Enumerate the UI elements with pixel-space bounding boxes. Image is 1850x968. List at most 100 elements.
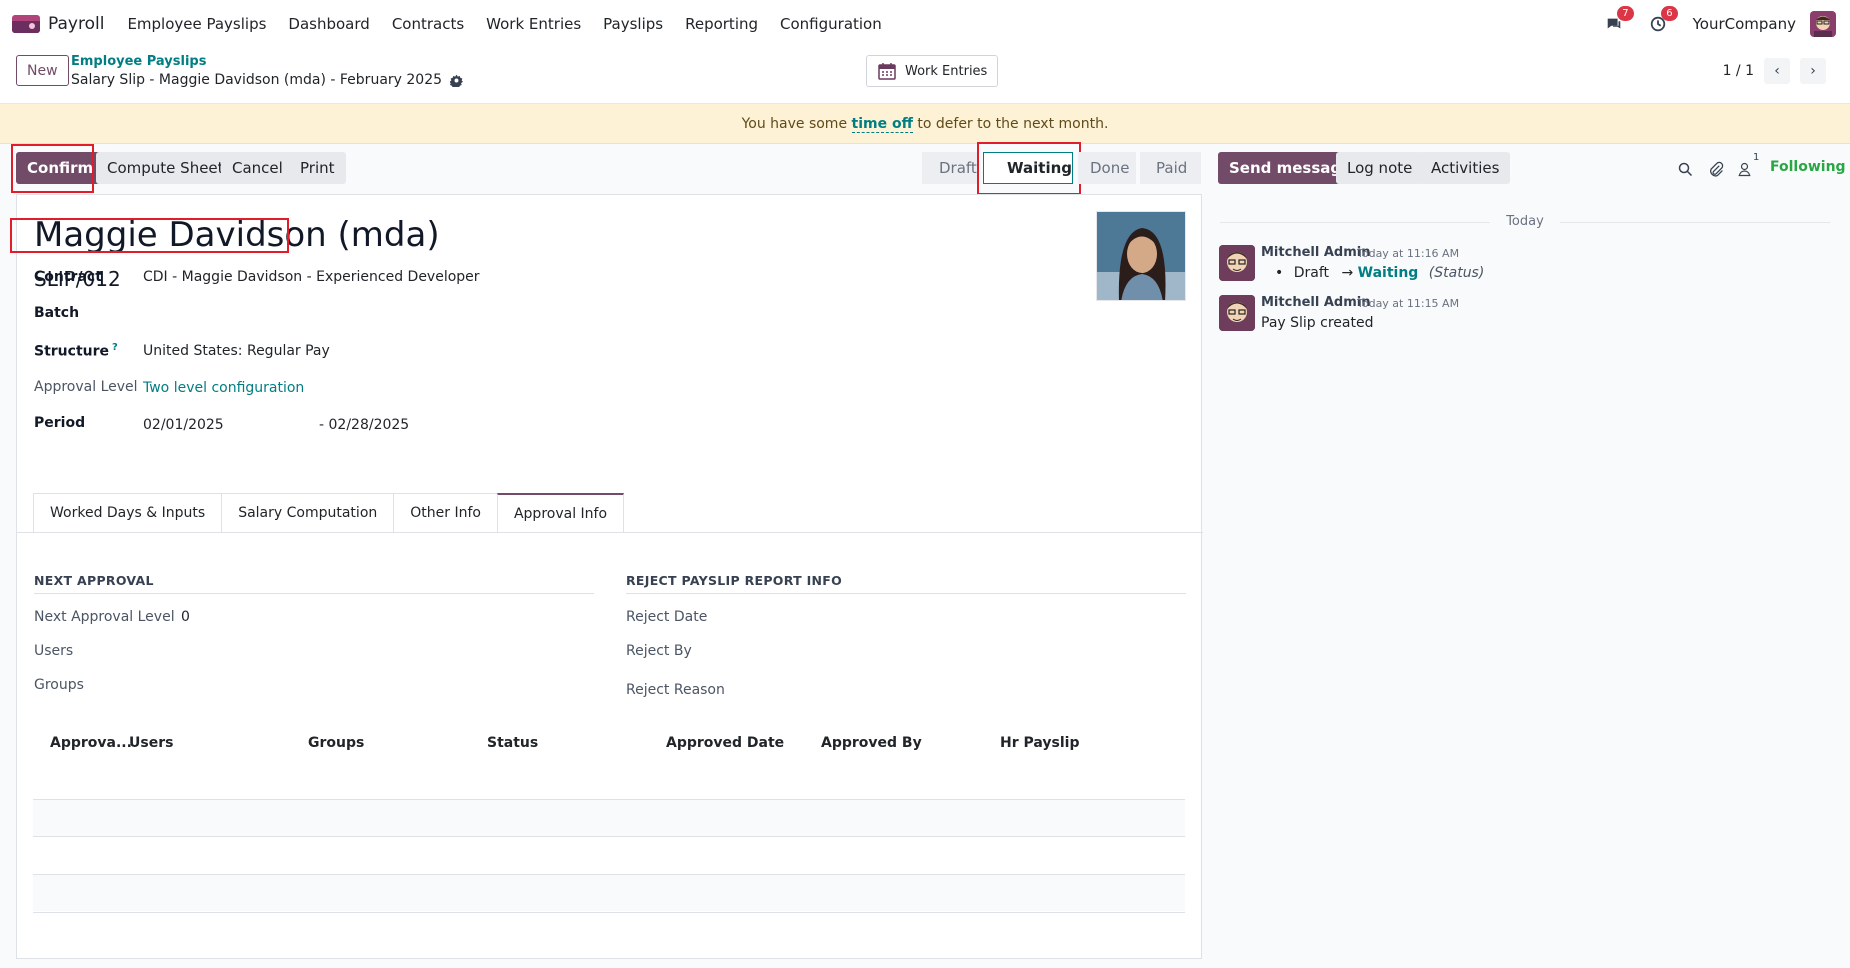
paperclip-icon	[1710, 161, 1724, 177]
menu-reporting[interactable]: Reporting	[674, 15, 769, 33]
col-hr-payslip[interactable]: Hr Payslip	[1000, 735, 1079, 751]
activities-button[interactable]: Activities	[1420, 152, 1511, 184]
next-level-value[interactable]: 0	[181, 609, 190, 625]
work-entries-button[interactable]: Work Entries	[866, 55, 999, 87]
message-avatar[interactable]	[1219, 295, 1255, 331]
reject-info-divider	[626, 593, 1186, 594]
followers-count: 1	[1753, 152, 1760, 163]
time-off-alert: You have some time off to defer to the n…	[0, 104, 1850, 144]
attachments-button[interactable]	[1705, 158, 1727, 180]
stage-done[interactable]: Done	[1078, 152, 1136, 184]
main-menu: Employee Payslips Dashboard Contracts Wo…	[116, 15, 892, 33]
col-approved-date[interactable]: Approved Date	[666, 735, 784, 751]
contract-label: Contract	[34, 269, 102, 285]
record-title: Salary Slip - Maggie Davidson (mda) - Fe…	[71, 72, 443, 88]
period-start[interactable]: 02/01/2025	[143, 417, 224, 433]
approval-level-value[interactable]: Two level configuration	[143, 380, 304, 396]
reject-by-label: Reject By	[626, 643, 692, 659]
tracking-new-value: Waiting	[1357, 265, 1419, 281]
user-avatar[interactable]	[1810, 11, 1836, 37]
log-note-button[interactable]: Log note	[1336, 152, 1424, 184]
tab-salary-computation[interactable]: Salary Computation	[221, 493, 395, 532]
cancel-button[interactable]: Cancel	[221, 152, 294, 184]
company-switcher[interactable]: YourCompany	[1693, 15, 1796, 33]
approval-level-highlight	[10, 218, 289, 253]
contract-value[interactable]: CDI - Maggie Davidson - Experienced Deve…	[143, 269, 480, 285]
groups-label: Groups	[34, 677, 84, 693]
chevron-left-icon: ‹	[1774, 63, 1780, 79]
message-body: Pay Slip created	[1261, 315, 1374, 331]
period-label: Period	[34, 415, 86, 431]
print-button[interactable]: Print	[289, 152, 346, 184]
menu-configuration[interactable]: Configuration	[769, 15, 893, 33]
menu-dashboard[interactable]: Dashboard	[277, 15, 380, 33]
activities-button[interactable]: 6	[1647, 6, 1678, 35]
form-sheet: Maggie Davidson (mda) SLIP/012 Contract …	[10, 194, 1203, 959]
message-time: Today at 11:15 AM	[1357, 297, 1460, 310]
activities-badge: 6	[1661, 6, 1678, 21]
payroll-app-icon[interactable]	[12, 15, 40, 33]
arrow-right-icon: →	[1341, 265, 1354, 281]
compute-sheet-button[interactable]: Compute Sheet	[96, 152, 235, 184]
app-name[interactable]: Payroll	[48, 14, 104, 34]
control-panel: New Employee Payslips Salary Slip - Magg…	[0, 48, 1850, 104]
structure-help-icon[interactable]: ?	[112, 342, 118, 353]
systray: 7 6 YourCompany	[1603, 0, 1836, 48]
structure-value[interactable]: United States: Regular Pay	[143, 343, 330, 359]
new-button[interactable]: New	[16, 55, 69, 86]
col-users[interactable]: Users	[129, 735, 173, 751]
chevron-right-icon: ›	[1810, 63, 1816, 79]
message-avatar[interactable]	[1219, 245, 1255, 281]
messages-button[interactable]: 7	[1603, 6, 1634, 35]
pager: 1 / 1 ‹ ›	[1723, 58, 1826, 84]
menu-contracts[interactable]: Contracts	[381, 15, 475, 33]
approval-level-label: Approval Level	[34, 379, 138, 395]
table-row-divider	[33, 836, 1185, 837]
batch-label: Batch	[34, 305, 80, 321]
followers-button[interactable]: 1	[1733, 152, 1759, 180]
pager-value[interactable]: 1 / 1	[1723, 63, 1754, 79]
stage-draft[interactable]: Draft	[922, 152, 978, 184]
col-groups[interactable]: Groups	[308, 735, 364, 751]
date-separator: Today	[1220, 214, 1830, 229]
reject-info-title: REJECT PAYSLIP REPORT INFO	[626, 573, 843, 588]
notebook-tabs: Worked Days & Inputs Salary Computation …	[33, 493, 625, 532]
table-row	[33, 800, 1185, 836]
table-row-divider	[33, 912, 1185, 913]
pager-previous[interactable]: ‹	[1764, 58, 1790, 84]
menu-payslips[interactable]: Payslips	[592, 15, 674, 33]
col-status[interactable]: Status	[487, 735, 538, 751]
messages-badge: 7	[1617, 6, 1634, 21]
tab-approval-info[interactable]: Approval Info	[496, 493, 625, 532]
batch-value[interactable]	[143, 305, 443, 325]
work-entries-label: Work Entries	[905, 63, 988, 79]
pager-next[interactable]: ›	[1800, 58, 1826, 84]
tab-other-info[interactable]: Other Info	[393, 493, 498, 532]
following-button[interactable]: Following	[1770, 159, 1846, 175]
tracking-old-value: Draft	[1293, 265, 1330, 281]
breadcrumb-parent[interactable]: Employee Payslips	[71, 54, 206, 69]
col-approved-by[interactable]: Approved By	[821, 735, 922, 751]
reject-date-label: Reject Date	[626, 609, 708, 625]
gear-icon[interactable]	[450, 74, 464, 87]
menu-work-entries[interactable]: Work Entries	[475, 15, 592, 33]
users-label: Users	[34, 643, 74, 659]
calendar-icon	[878, 63, 896, 80]
menu-employee-payslips[interactable]: Employee Payslips	[116, 15, 277, 33]
search-messages-button[interactable]	[1674, 158, 1696, 180]
top-navbar: Payroll Employee Payslips Dashboard Cont…	[0, 0, 1850, 48]
time-off-link[interactable]: time off	[851, 116, 913, 133]
table-row	[33, 875, 1185, 911]
alert-text-before: You have some	[741, 116, 852, 132]
user-icon	[1737, 162, 1751, 176]
period-end[interactable]: - 02/28/2025	[319, 417, 409, 433]
message-author[interactable]: Mitchell Admin	[1261, 245, 1370, 260]
stage-paid[interactable]: Paid	[1140, 152, 1201, 184]
tab-worked-days[interactable]: Worked Days & Inputs	[33, 493, 223, 532]
tracking-change: • Draft → Waiting (Status)	[1275, 265, 1484, 281]
col-approval[interactable]: Approva...	[50, 735, 132, 751]
employee-photo[interactable]	[1096, 211, 1186, 301]
structure-label-text: Structure	[34, 343, 110, 360]
bullet: •	[1275, 265, 1284, 281]
message-author[interactable]: Mitchell Admin	[1261, 295, 1370, 310]
